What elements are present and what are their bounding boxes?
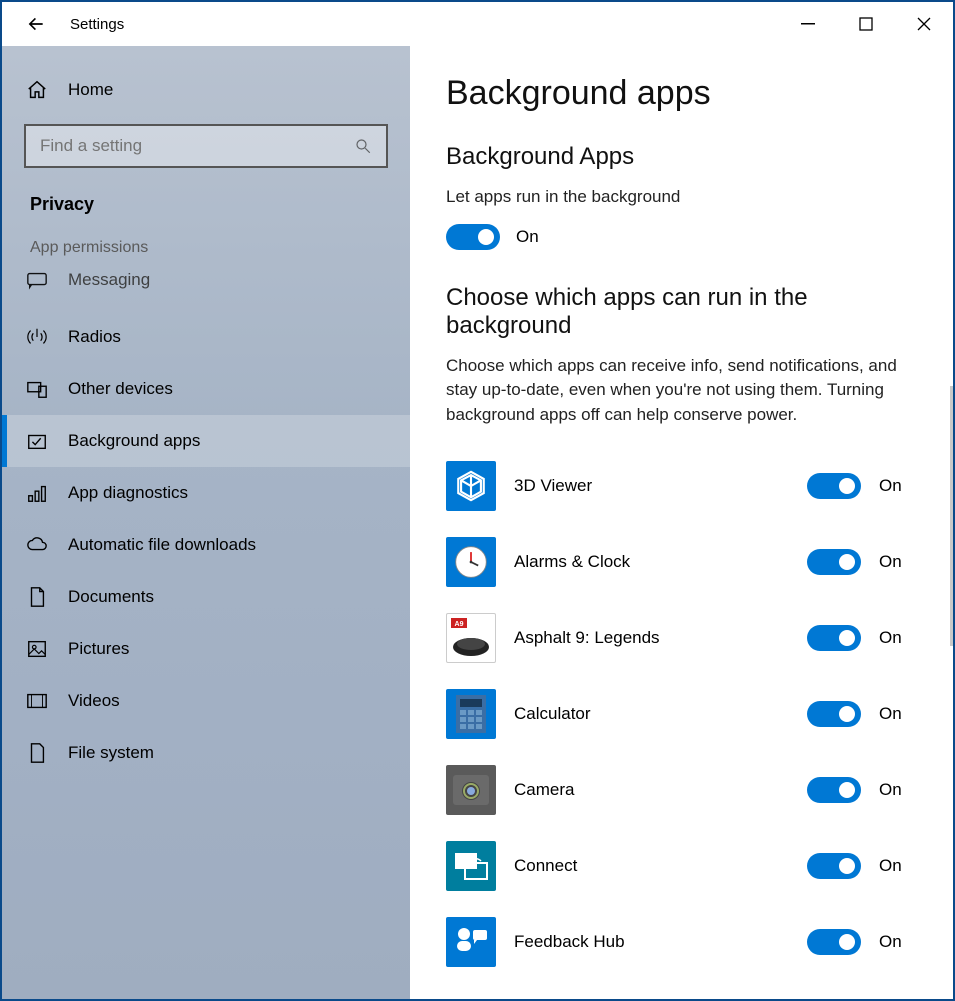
app-icon — [446, 765, 496, 815]
app-icon — [446, 689, 496, 739]
app-toggle[interactable] — [807, 777, 861, 803]
background-apps-icon — [26, 430, 48, 452]
sidebar-item-documents[interactable]: Documents — [2, 571, 410, 623]
app-name: Feedback Hub — [514, 932, 789, 952]
sidebar-item-messaging[interactable]: Messaging — [2, 265, 410, 295]
app-toggle[interactable] — [807, 625, 861, 651]
sidebar-item-label: Pictures — [68, 639, 129, 659]
close-button[interactable] — [895, 2, 953, 46]
pictures-icon — [26, 638, 48, 660]
app-row: 3D Viewer On — [446, 448, 917, 524]
radio-icon — [26, 326, 48, 348]
sidebar-heading: Privacy — [2, 176, 410, 225]
app-icon — [446, 461, 496, 511]
app-toggle-state: On — [879, 476, 917, 496]
app-toggle[interactable] — [807, 929, 861, 955]
sidebar-item-pictures[interactable]: Pictures — [2, 623, 410, 675]
app-name: 3D Viewer — [514, 476, 789, 496]
master-toggle[interactable] — [446, 224, 500, 250]
settings-window: Settings Home Privacy — [0, 0, 955, 1001]
section-title-background-apps: Background Apps — [446, 143, 917, 171]
sidebar-item-other-devices[interactable]: Other devices — [2, 363, 410, 415]
document-icon — [26, 586, 48, 608]
app-row: Calculator On — [446, 676, 917, 752]
content-pane: Background apps Background Apps Let apps… — [410, 46, 953, 999]
sidebar-item-label: Videos — [68, 691, 120, 711]
sidebar-item-background-apps[interactable]: Background apps — [2, 415, 410, 467]
search-box[interactable] — [24, 124, 388, 168]
sidebar-section-label: App permissions — [2, 225, 410, 265]
back-arrow-icon — [26, 14, 46, 34]
master-toggle-state: On — [516, 227, 539, 247]
maximize-button[interactable] — [837, 2, 895, 46]
minimize-icon — [801, 17, 815, 31]
cloud-icon — [26, 534, 48, 556]
app-icon: A9 — [446, 613, 496, 663]
back-button[interactable] — [26, 14, 46, 34]
app-toggle-state: On — [879, 628, 917, 648]
app-row: Feedback Hub On — [446, 904, 917, 980]
message-icon — [26, 269, 48, 291]
sidebar-home-label: Home — [68, 80, 113, 100]
app-toggle-state: On — [879, 552, 917, 572]
sidebar-home[interactable]: Home — [2, 64, 410, 116]
page-title: Background apps — [446, 74, 917, 113]
devices-icon — [26, 378, 48, 400]
sidebar: Home Privacy App permissions Messaging R… — [2, 46, 410, 999]
section-title-choose-apps: Choose which apps can run in the backgro… — [446, 284, 917, 340]
app-name: Connect — [514, 856, 789, 876]
titlebar: Settings — [2, 2, 953, 46]
window-title: Settings — [70, 16, 124, 33]
close-icon — [917, 17, 931, 31]
app-toggle[interactable] — [807, 549, 861, 575]
app-row: Alarms & Clock On — [446, 524, 917, 600]
sidebar-item-label: Background apps — [68, 431, 200, 451]
master-toggle-label: Let apps run in the background — [446, 185, 917, 210]
app-row: A9 Asphalt 9: Legends On — [446, 600, 917, 676]
app-toggle-state: On — [879, 856, 917, 876]
app-name: Camera — [514, 780, 789, 800]
diagnostics-icon — [26, 482, 48, 504]
file-icon — [26, 742, 48, 764]
scrollbar[interactable] — [950, 386, 953, 646]
sidebar-item-app-diagnostics[interactable]: App diagnostics — [2, 467, 410, 519]
search-input[interactable] — [40, 136, 354, 156]
app-name: Asphalt 9: Legends — [514, 628, 789, 648]
sidebar-item-automatic-downloads[interactable]: Automatic file downloads — [2, 519, 410, 571]
maximize-icon — [859, 17, 873, 31]
app-toggle-state: On — [879, 704, 917, 724]
app-row: Connect On — [446, 828, 917, 904]
app-name: Calculator — [514, 704, 789, 724]
sidebar-item-label: Documents — [68, 587, 154, 607]
app-toggle[interactable] — [807, 853, 861, 879]
section-description: Choose which apps can receive info, send… — [446, 354, 916, 428]
sidebar-item-label: Automatic file downloads — [68, 535, 256, 555]
search-icon — [354, 137, 372, 155]
sidebar-item-label: Other devices — [68, 379, 173, 399]
sidebar-item-radios[interactable]: Radios — [2, 311, 410, 363]
app-toggle-state: On — [879, 780, 917, 800]
sidebar-item-videos[interactable]: Videos — [2, 675, 410, 727]
sidebar-item-label: Messaging — [68, 270, 150, 290]
home-icon — [26, 79, 48, 101]
app-toggle-state: On — [879, 932, 917, 952]
sidebar-item-label: App diagnostics — [68, 483, 188, 503]
sidebar-item-label: Radios — [68, 327, 121, 347]
app-toggle[interactable] — [807, 701, 861, 727]
app-icon — [446, 537, 496, 587]
minimize-button[interactable] — [779, 2, 837, 46]
videos-icon — [26, 690, 48, 712]
sidebar-item-label: File system — [68, 743, 154, 763]
app-row: Camera On — [446, 752, 917, 828]
app-name: Alarms & Clock — [514, 552, 789, 572]
app-icon — [446, 841, 496, 891]
app-icon — [446, 917, 496, 967]
sidebar-item-file-system[interactable]: File system — [2, 727, 410, 779]
app-toggle[interactable] — [807, 473, 861, 499]
svg-text:A9: A9 — [455, 621, 464, 628]
